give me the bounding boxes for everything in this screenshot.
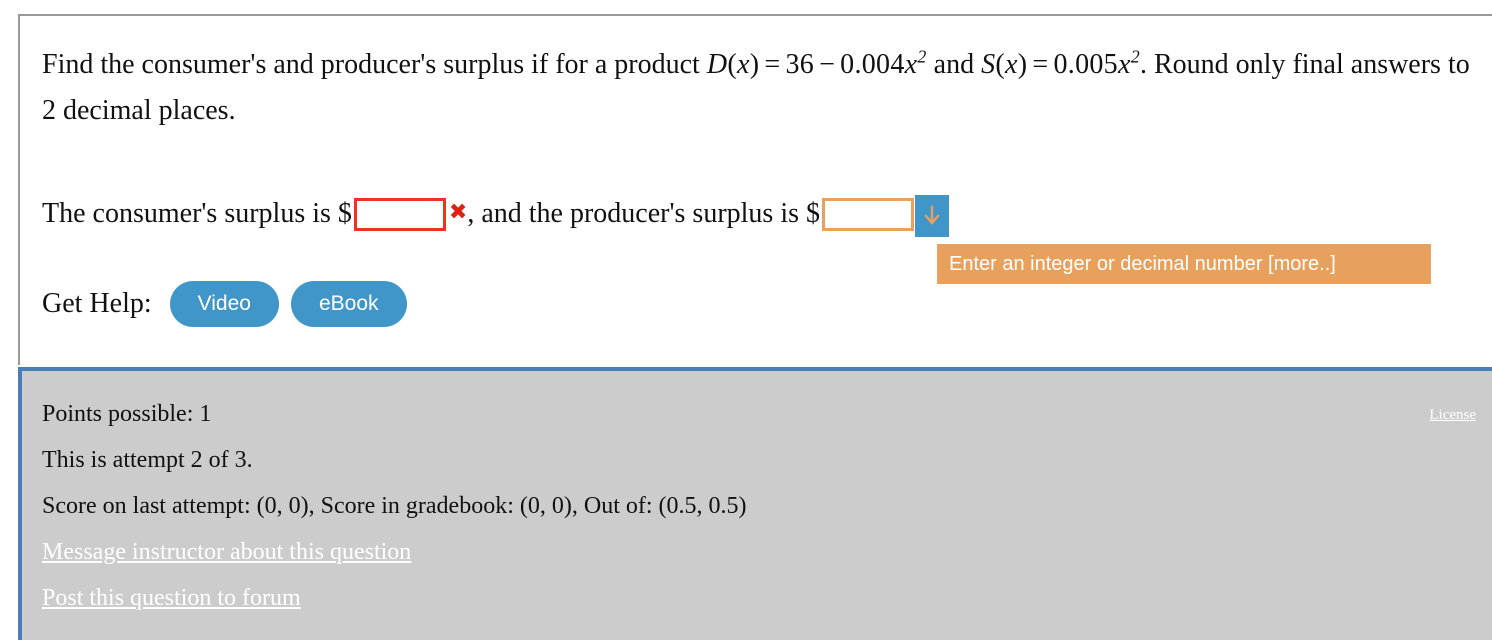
demand-exponent: 2 — [917, 46, 927, 67]
video-help-button[interactable]: Video — [169, 281, 279, 327]
supply-variable: x — [1117, 49, 1131, 80]
get-help-label: Get Help: — [42, 288, 152, 319]
answer-entry-row: The consumer's surplus is $ ✖, and the pr… — [42, 184, 949, 244]
footer-info-list: Points possible: 1 This is attempt 2 of … — [42, 391, 1342, 621]
ebook-help-button[interactable]: eBook — [290, 281, 407, 327]
input-format-tooltip: Enter an integer or decimal number [more… — [937, 244, 1431, 284]
down-arrow-icon[interactable] — [915, 195, 949, 237]
get-help-row: Get Help: Video eBook — [42, 281, 407, 327]
demand-fn-name: D — [706, 49, 728, 80]
demand-constant: 36 — [785, 49, 815, 80]
score-summary-text: Score on last attempt: (0, 0), Score in … — [42, 493, 747, 519]
consumer-surplus-label: The consumer's surplus is $ — [42, 198, 352, 229]
producer-surplus-input[interactable] — [822, 197, 914, 231]
prompt-conjunction: and — [933, 49, 975, 80]
supply-fn-name: S — [981, 49, 996, 80]
prompt-text-lead: Find the consumer's and producer's surpl… — [42, 49, 707, 80]
points-possible-text: Points possible: 1 — [42, 401, 212, 427]
message-instructor-link[interactable]: Message instructor about this question — [42, 529, 411, 575]
demand-function-math: D(x) = 36−0.004x2 — [706, 46, 927, 80]
license-link[interactable]: License — [1429, 407, 1476, 424]
demand-eq-sign: = — [764, 49, 781, 80]
supply-eq-sign: = — [1032, 49, 1049, 80]
question-footer-panel: Points possible: 1 This is attempt 2 of … — [18, 367, 1492, 640]
consumer-surplus-input[interactable] — [353, 197, 446, 231]
question-prompt: Find the consumer's and producer's surpl… — [42, 42, 1472, 134]
question-panel: Find the consumer's and producer's surpl… — [18, 14, 1492, 365]
demand-variable: x — [904, 49, 918, 80]
demand-coefficient: 0.004 — [840, 49, 905, 80]
supply-function-math: S(x) = 0.005x2 — [981, 46, 1140, 80]
incorrect-mark-icon: ✖ — [448, 200, 468, 225]
question-page: Find the consumer's and producer's surpl… — [0, 0, 1492, 640]
post-to-forum-link[interactable]: Post this question to forum — [42, 575, 301, 621]
prompt-tail: . Round — [1139, 49, 1229, 80]
supply-fn-arg: x — [1005, 49, 1018, 80]
producer-surplus-label: , and the producer's surplus is $ — [467, 198, 820, 229]
supply-exponent: 2 — [1130, 46, 1140, 67]
attempt-count-text: This is attempt 2 of 3. — [42, 447, 253, 473]
demand-fn-arg: x — [737, 49, 750, 80]
demand-minus-sign: − — [819, 49, 836, 80]
supply-coefficient: 0.005 — [1053, 49, 1118, 80]
